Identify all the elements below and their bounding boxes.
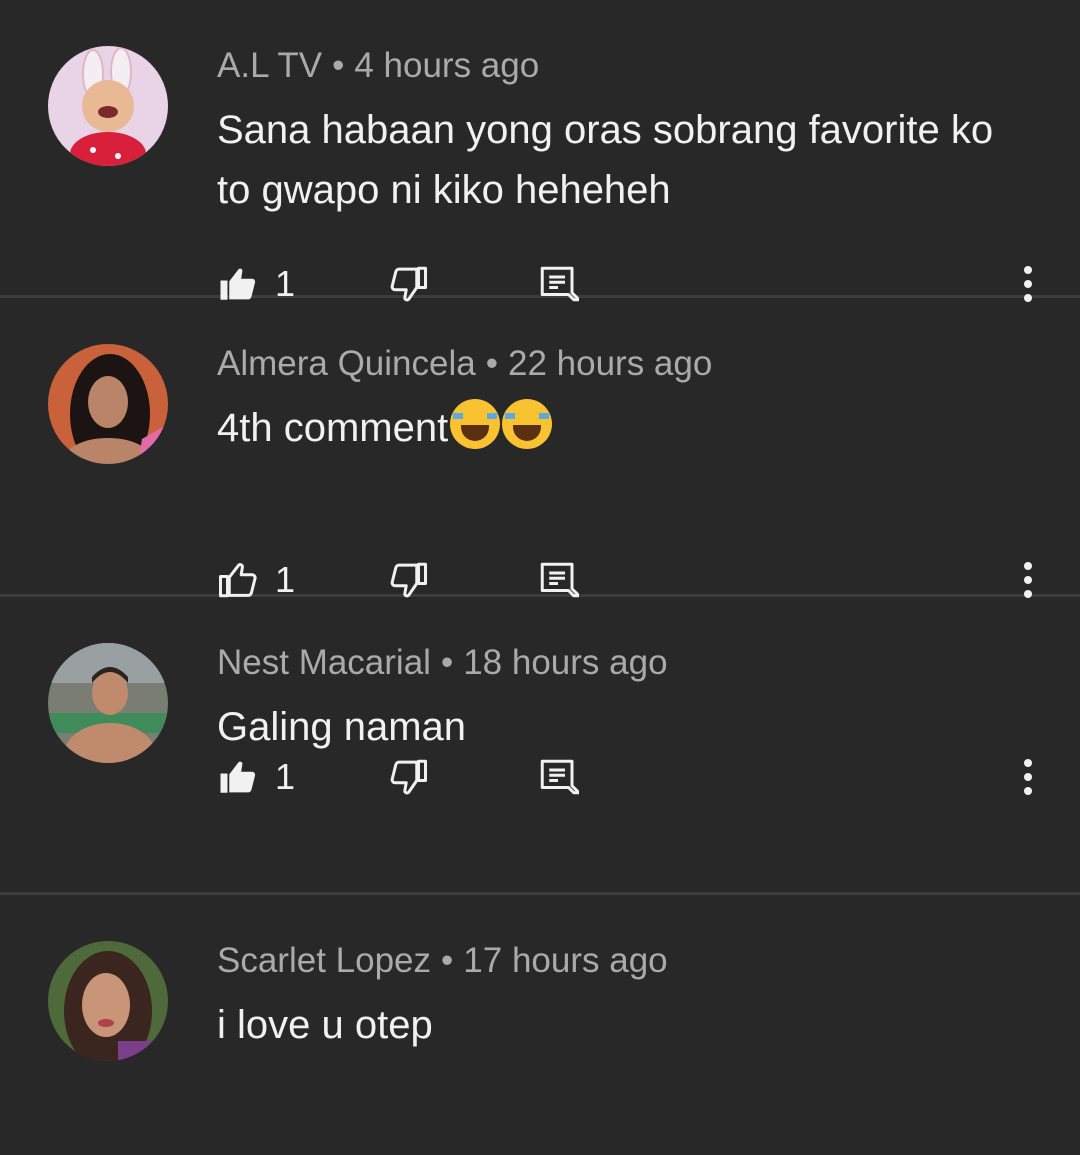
author-name[interactable]: Scarlet Lopez <box>217 941 431 980</box>
comment: Scarlet Lopez • 17 hours ago i love u otep <box>0 895 1080 1155</box>
comment-list: A.L TV • 4 hours ago Sana habaan yong oras… <box>0 0 1080 1155</box>
avatar-image <box>48 643 168 763</box>
thumbs-down-icon <box>390 562 427 598</box>
avatar[interactable] <box>48 46 168 166</box>
timestamp[interactable]: 22 hours ago <box>508 344 712 383</box>
separator-dot: • <box>485 344 498 383</box>
like-count: 1 <box>275 559 296 600</box>
comment-meta: A.L TV • 4 hours ago <box>217 46 539 86</box>
avatar-image <box>48 46 168 166</box>
comment-text: i love u otep <box>217 1003 433 1047</box>
timestamp[interactable]: 17 hours ago <box>463 941 667 980</box>
separator-dot: • <box>441 941 454 980</box>
comment: Almera Quincela • 22 hours ago 4th comment… <box>0 298 1080 600</box>
thumbs-up-icon <box>219 563 257 598</box>
thumbs-down-icon <box>390 759 427 795</box>
like-button[interactable]: 1 <box>217 755 295 799</box>
comment-text: Galing naman <box>217 705 467 749</box>
like-button[interactable]: 1 <box>217 558 295 602</box>
reply-button[interactable] <box>537 755 579 799</box>
comment: A.L TV • 4 hours ago Sana habaan yong oras… <box>0 0 1080 304</box>
comment-text: 4th comment <box>217 398 1030 458</box>
thumbs-up-icon <box>220 761 256 793</box>
tears-of-joy-emoji <box>450 399 501 449</box>
comment-meta: Scarlet Lopez • 17 hours ago <box>217 941 668 981</box>
author-name[interactable]: Almera Quincela <box>217 344 476 383</box>
comment: Nest Macarial • 18 hours ago Galing naman … <box>0 597 1080 895</box>
timestamp[interactable]: 4 hours ago <box>354 46 539 85</box>
reply-icon <box>540 759 579 795</box>
author-name[interactable]: A.L TV <box>217 46 322 85</box>
avatar-image <box>48 941 168 1061</box>
like-count: 1 <box>275 756 296 797</box>
timestamp[interactable]: 18 hours ago <box>463 643 667 682</box>
author-name[interactable]: Nest Macarial <box>217 643 431 682</box>
comment-actions: 1 <box>217 755 1037 799</box>
avatar[interactable] <box>48 643 168 763</box>
comment-actions: 1 <box>217 558 1037 602</box>
more-vertical-icon <box>1023 758 1033 796</box>
dislike-button[interactable] <box>387 558 429 602</box>
comment-text: Sana habaan yong oras sobrang favorite k… <box>217 108 994 212</box>
comment-meta: Nest Macarial • 18 hours ago <box>217 643 668 683</box>
more-vertical-icon <box>1023 561 1033 599</box>
dislike-button[interactable] <box>387 755 429 799</box>
more-options-button[interactable] <box>1007 755 1049 799</box>
tears-of-joy-emoji <box>502 399 553 449</box>
reply-icon <box>540 562 579 598</box>
avatar-image <box>48 344 168 464</box>
reply-button[interactable] <box>537 558 579 602</box>
avatar[interactable] <box>48 344 168 464</box>
comment-text-body: 4th comment <box>217 406 449 450</box>
avatar[interactable] <box>48 941 168 1061</box>
more-options-button[interactable] <box>1007 558 1049 602</box>
separator-dot: • <box>440 643 454 682</box>
separator-dot: • <box>332 46 345 85</box>
comment-meta: Almera Quincela • 22 hours ago <box>217 344 712 384</box>
